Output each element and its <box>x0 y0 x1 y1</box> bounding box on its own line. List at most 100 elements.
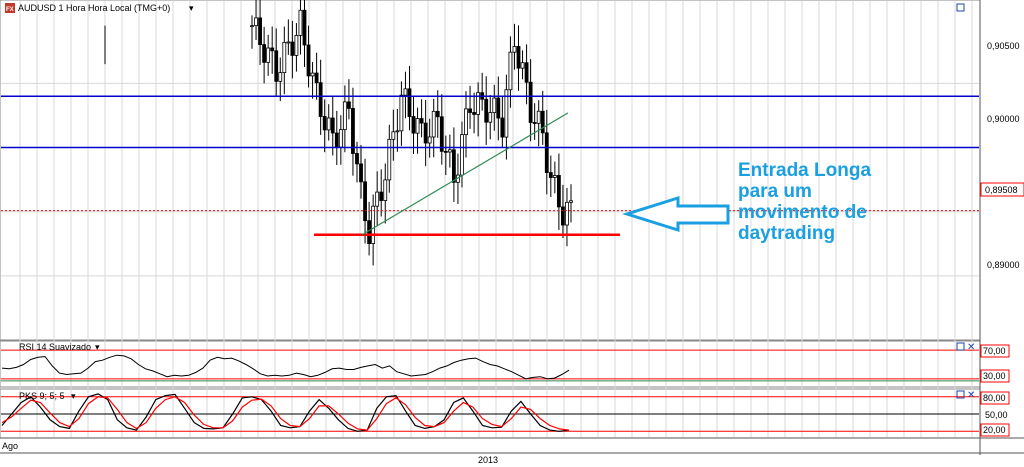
candle-body <box>330 117 335 134</box>
candle-body <box>532 122 537 124</box>
candle-body <box>338 129 343 148</box>
candle-body <box>322 116 327 131</box>
candle-body <box>258 17 262 45</box>
annotation-text: Entrada Longa para um movimento de daytr… <box>738 160 938 244</box>
candle-body <box>342 101 347 131</box>
price-series <box>104 0 573 266</box>
pks-panel-title[interactable]: PKS 9; 5; 5 <box>19 391 65 401</box>
rsi-level-label: 70,00 <box>983 346 1006 356</box>
candle-body <box>451 149 456 183</box>
candle-body <box>355 153 359 165</box>
candle-body <box>371 205 376 245</box>
candle-body <box>569 200 573 203</box>
candle-body <box>435 110 440 118</box>
annotation-line: para um <box>738 181 812 202</box>
close-icon[interactable]: ✕ <box>967 342 975 353</box>
candle-body <box>524 62 529 83</box>
candle-body <box>266 47 271 63</box>
candle-body <box>447 149 452 153</box>
candle-body <box>310 72 315 77</box>
maximize-icon[interactable] <box>956 342 965 351</box>
pks-level-label: 20,00 <box>983 425 1006 435</box>
y-tick-label: 0,90000 <box>987 114 1020 124</box>
candle-body <box>484 98 489 123</box>
rsi-series <box>1 349 979 382</box>
candle-body <box>536 110 541 124</box>
candle-body <box>460 134 464 176</box>
candle-body <box>468 108 472 113</box>
candle-body <box>290 41 295 56</box>
candle-body <box>391 131 396 140</box>
chevron-down-icon[interactable]: ▾ <box>95 342 100 352</box>
candle-body <box>411 116 416 134</box>
candle-body <box>375 191 380 207</box>
candle-body <box>387 138 392 181</box>
candle-body <box>423 122 428 144</box>
candle-body <box>415 118 420 134</box>
candle-body <box>516 46 521 69</box>
annotation-line: daytrading <box>738 223 836 244</box>
candle-body <box>492 97 497 113</box>
candle-body <box>520 62 525 69</box>
arrow-left-icon <box>621 195 730 233</box>
candle-body <box>359 163 363 183</box>
candle-body <box>351 108 355 154</box>
candle-body <box>306 44 311 77</box>
price-panel-title[interactable]: AUDUSD 1 Hora Hora Local (TMG+0) <box>18 3 170 13</box>
candle-body <box>496 97 501 119</box>
candle-body <box>500 117 505 138</box>
candle-body <box>508 51 513 91</box>
last-price-label: 0,89508 <box>985 185 1018 195</box>
candle-body <box>302 9 307 46</box>
candle-body <box>565 201 569 226</box>
chevron-down-icon[interactable]: ▾ <box>71 391 76 401</box>
candle-body <box>250 25 254 28</box>
candle-body <box>512 46 517 53</box>
candle-body <box>334 132 339 148</box>
close-icon[interactable]: ✕ <box>967 390 975 401</box>
candle-body <box>318 82 323 117</box>
candle-body <box>427 136 432 144</box>
candle-body <box>552 175 557 178</box>
pks-level-label: 80,00 <box>983 393 1006 403</box>
candle-body <box>298 9 303 36</box>
candle-body <box>379 191 384 201</box>
candle-body <box>347 101 351 109</box>
candle-body <box>472 112 476 115</box>
rsi-level-label: 30,00 <box>983 371 1006 381</box>
chevron-down-icon[interactable]: ▾ <box>189 3 194 13</box>
candle-body <box>367 220 372 245</box>
candle-body <box>528 81 533 123</box>
x-axis-label-month: Ago <box>2 441 18 451</box>
pks-line-d <box>1 396 570 431</box>
candle-body <box>326 117 331 131</box>
candle-body <box>544 132 549 173</box>
candle-body <box>270 47 275 52</box>
candle-body <box>254 17 258 27</box>
pks-level-label: 50,00 <box>985 410 1008 420</box>
candle-body <box>407 88 412 117</box>
candle-body <box>274 50 279 82</box>
candle-body <box>262 44 267 63</box>
candle-body <box>556 175 561 208</box>
candle-body <box>278 72 283 82</box>
candle-body <box>314 72 319 84</box>
candle-body <box>439 116 444 152</box>
candle-body <box>403 88 408 96</box>
candle-body <box>419 118 424 124</box>
candle-body <box>488 112 493 123</box>
candle-body <box>431 110 436 138</box>
candle-body <box>286 41 291 44</box>
y-tick-label: 0,89000 <box>987 260 1020 270</box>
maximize-icon[interactable] <box>956 3 965 12</box>
annotation-line: Entrada Longa <box>738 160 872 181</box>
rsi-panel-title[interactable]: RSI 14 Suavizado <box>19 342 91 352</box>
pks-line-k <box>1 393 570 432</box>
annotation-line: movimento de <box>738 202 867 223</box>
y-tick-label: 0,90500 <box>987 41 1020 51</box>
candle-body <box>443 150 448 153</box>
candle-body <box>561 206 565 226</box>
candle-body <box>395 130 400 133</box>
candle-body <box>282 41 287 73</box>
candle-body <box>383 179 388 201</box>
